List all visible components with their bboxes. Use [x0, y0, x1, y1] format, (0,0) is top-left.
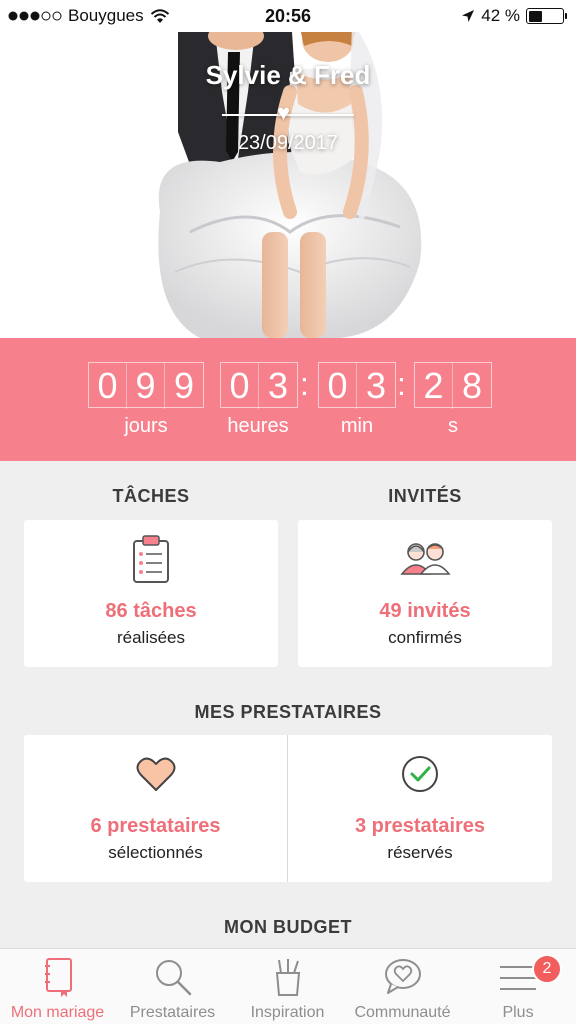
search-icon [155, 960, 191, 996]
nav-mon-mariage[interactable]: Mon mariage [0, 949, 115, 1024]
vendors-selected-status: sélectionnés [108, 843, 203, 862]
countdown-separator: : [397, 366, 406, 402]
countdown-hours: 0 3 [220, 362, 298, 409]
nav-label: Prestataires [129, 1004, 216, 1021]
notification-badge: 2 [532, 954, 562, 984]
location-arrow-icon [462, 10, 475, 22]
pencil-cup-icon [275, 959, 300, 996]
heart-icon [136, 757, 175, 791]
tasks-count: 86 tâches [105, 600, 197, 622]
countdown-separator: : [300, 366, 309, 402]
countdown-digit: 0 [221, 363, 259, 409]
countdown-digit: 9 [173, 365, 195, 406]
battery-icon [526, 8, 567, 24]
countdown-digit: 8 [461, 365, 483, 406]
check-circle-icon [402, 756, 438, 792]
guests-status: confirmés [388, 628, 462, 647]
tasks-card[interactable]: 86 tâches réalisées [24, 520, 278, 667]
nav-prestataires[interactable]: Prestataires [115, 949, 230, 1024]
nav-label: Communauté [354, 1004, 451, 1021]
vendors-selected-count: 6 prestataires [90, 815, 221, 837]
countdown-label-hours: heures [227, 415, 289, 437]
guests-count: 49 invités [379, 600, 471, 622]
countdown-seconds: 2 8 [414, 362, 492, 409]
guests-couple-icon [400, 543, 451, 575]
countdown-digit: 3 [365, 365, 387, 406]
vendors-booked[interactable]: 3 prestataires réservés [288, 735, 552, 882]
status-right: 42 % [461, 0, 567, 32]
nav-communaute[interactable]: Communauté [345, 949, 460, 1024]
countdown-digit: 0 [319, 363, 357, 409]
countdown-label-minutes: min [340, 415, 374, 437]
wedding-date: 23/09/2017 [237, 132, 339, 154]
vendors-booked-status: réservés [387, 843, 453, 862]
heart-divider: ♥ [222, 102, 354, 124]
battery-fill [528, 10, 543, 22]
nav-label: Mon mariage [10, 1004, 105, 1021]
countdown-banner: 0 9 9 0 3 : 0 3 : 2 8 jours heures min s [0, 338, 576, 461]
budget-title: MON BUDGET [224, 917, 352, 937]
bottom-navigation: Mon mariage Prestataires Inspiration Com… [0, 948, 576, 1024]
nav-label: Inspiration [250, 1004, 325, 1021]
countdown-label-seconds: s [448, 415, 458, 437]
vendors-title: MES PRESTATAIRES [194, 702, 382, 722]
vendors-card: 6 prestataires sélectionnés 3 prestatair… [24, 735, 552, 882]
countdown-digit: 9 [127, 363, 165, 409]
countdown-minutes: 0 3 [318, 362, 396, 409]
countdown-digit: 3 [267, 365, 289, 406]
hero-banner: Sylvie & Fred ♥ 23/09/2017 [0, 32, 576, 338]
countdown-days: 0 9 9 [88, 362, 204, 409]
heart-icon: ♥ [277, 100, 291, 125]
couple-names: Sylvie & Fred [205, 60, 371, 90]
nav-label: Plus [502, 1004, 534, 1021]
status-bar: Bouygues 20:56 42 % [0, 0, 576, 32]
chat-heart-icon [384, 959, 421, 994]
notebook-icon [44, 958, 72, 997]
tasks-status: réalisées [116, 628, 186, 647]
clipboard-checklist-icon [133, 535, 169, 583]
tasks-title: TÂCHES [112, 486, 190, 506]
countdown-digit: 2 [415, 363, 453, 409]
vendors-booked-count: 3 prestataires [354, 815, 486, 837]
nav-inspiration[interactable]: Inspiration [230, 949, 345, 1024]
guests-title: INVITÉS [388, 486, 462, 506]
countdown-label-days: jours [124, 415, 168, 437]
vendors-selected[interactable]: 6 prestataires sélectionnés [24, 735, 287, 882]
countdown-digit: 0 [89, 363, 127, 409]
battery-percent: 42 % [481, 6, 520, 25]
guests-card[interactable]: 49 invités confirmés [298, 520, 552, 667]
